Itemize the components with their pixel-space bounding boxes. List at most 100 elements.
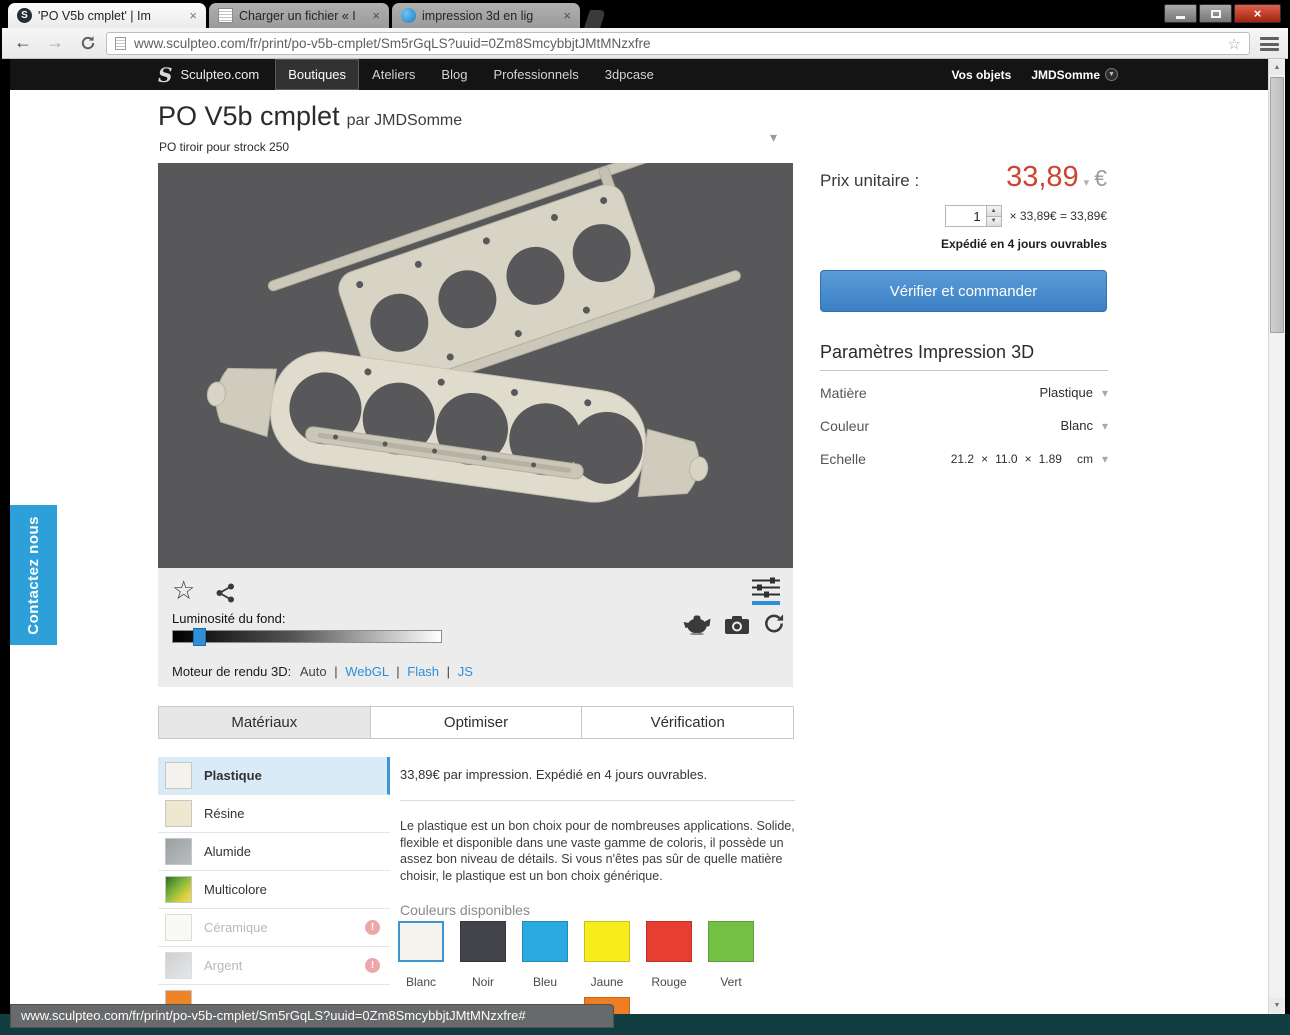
material-row-alumide[interactable]: Alumide bbox=[158, 833, 390, 871]
bookmark-star-icon[interactable]: ☆ bbox=[1228, 35, 1241, 53]
scale-dimensions[interactable]: 21.2 × 11.0 × 1.89 cm bbox=[951, 452, 1093, 466]
engine-option-webgl[interactable]: WebGL bbox=[345, 664, 388, 679]
tab-title: 'PO V5b cmplet' | Im bbox=[38, 8, 151, 23]
color-swatch[interactable] bbox=[522, 921, 568, 962]
brightness-slider-handle[interactable] bbox=[193, 628, 206, 646]
scrollbar[interactable]: ▲ ▼ bbox=[1268, 59, 1285, 1014]
material-select-value[interactable]: Plastique bbox=[1039, 385, 1092, 400]
favorite-star-icon[interactable]: ☆ bbox=[172, 575, 195, 606]
color-option-noir[interactable]: Noir bbox=[460, 921, 506, 989]
nav-item-boutiques[interactable]: Boutiques bbox=[275, 59, 360, 90]
tab-optimiser[interactable]: Optimiser bbox=[369, 706, 583, 739]
divider bbox=[400, 800, 795, 801]
param-row-echelle: Echelle 21.2 × 11.0 × 1.89 cm ▾ bbox=[820, 442, 1108, 475]
vos-objets-link[interactable]: Vos objets bbox=[952, 68, 1012, 82]
material-row-ceramique[interactable]: Céramique ! bbox=[158, 909, 390, 947]
color-swatch[interactable] bbox=[708, 921, 754, 962]
refresh-icon[interactable] bbox=[80, 35, 96, 56]
minimize-button[interactable] bbox=[1164, 4, 1197, 23]
close-button[interactable]: × bbox=[1234, 4, 1281, 23]
stepper-up-icon[interactable]: ▲ bbox=[986, 206, 1001, 216]
order-button[interactable]: Vérifier et commander bbox=[820, 270, 1107, 312]
reset-view-icon[interactable] bbox=[762, 612, 786, 640]
unit-price-value: 33,89 bbox=[1006, 161, 1079, 193]
chevron-down-icon[interactable]: ▾ bbox=[1102, 419, 1108, 433]
nav-item-ateliers[interactable]: Ateliers bbox=[359, 59, 428, 90]
new-tab-button[interactable] bbox=[584, 10, 606, 28]
engine-option-js[interactable]: JS bbox=[458, 664, 473, 679]
material-name: Multicolore bbox=[204, 882, 267, 897]
material-name: Plastique bbox=[204, 768, 262, 783]
teapot-3d-icon[interactable] bbox=[682, 612, 712, 640]
chevron-down-icon[interactable]: ▾ bbox=[1102, 452, 1108, 466]
scrollbar-down-icon[interactable]: ▼ bbox=[1269, 998, 1285, 1013]
contact-us-tab[interactable]: Contactez nous bbox=[10, 505, 57, 645]
material-list: Plastique Résine Alumide Multicolore Cér… bbox=[158, 757, 390, 1014]
quantity-input[interactable] bbox=[944, 205, 987, 227]
browser-tab-active[interactable]: S 'PO V5b cmplet' | Im × bbox=[8, 3, 206, 28]
material-row-argent[interactable]: Argent ! bbox=[158, 947, 390, 985]
share-icon[interactable] bbox=[214, 582, 236, 609]
color-name: Rouge bbox=[651, 975, 687, 989]
color-select-value[interactable]: Blanc bbox=[1060, 418, 1093, 433]
engine-option-auto[interactable]: Auto bbox=[300, 664, 327, 679]
address-bar[interactable]: www.sculpteo.com/fr/print/po-v5b-cmplet/… bbox=[106, 32, 1250, 55]
stepper-down-icon[interactable]: ▼ bbox=[986, 215, 1001, 226]
tab-close-icon[interactable]: × bbox=[372, 9, 380, 22]
brightness-slider[interactable] bbox=[172, 628, 442, 646]
brand-link[interactable]: Sculpteo.com bbox=[180, 67, 259, 82]
material-description: Le plastique est un bon choix pour de no… bbox=[400, 819, 795, 883]
currency-symbol: € bbox=[1094, 165, 1107, 191]
material-row-resine[interactable]: Résine bbox=[158, 795, 390, 833]
dim-y[interactable]: 11.0 bbox=[995, 452, 1017, 466]
tab-verification[interactable]: Vérification bbox=[581, 706, 795, 739]
tab-close-icon[interactable]: × bbox=[563, 9, 571, 22]
scale-unit: cm bbox=[1076, 451, 1093, 466]
color-swatch[interactable] bbox=[646, 921, 692, 962]
display-settings-sliders-icon[interactable] bbox=[752, 577, 780, 603]
menu-icon[interactable] bbox=[1260, 37, 1279, 51]
chevron-down-icon[interactable]: ▾ bbox=[1084, 176, 1090, 189]
material-row-multicolore[interactable]: Multicolore bbox=[158, 871, 390, 909]
engine-option-flash[interactable]: Flash bbox=[407, 664, 439, 679]
color-name: Noir bbox=[471, 975, 494, 989]
color-swatch[interactable] bbox=[398, 921, 444, 962]
material-name: Céramique bbox=[204, 920, 268, 935]
chevron-down-icon[interactable]: ▾ bbox=[770, 129, 777, 146]
page-icon bbox=[115, 37, 126, 50]
account-menu[interactable]: JMDSomme ▼ bbox=[1031, 68, 1118, 82]
color-option-vert[interactable]: Vert bbox=[708, 921, 754, 989]
dim-x[interactable]: 21.2 bbox=[951, 452, 974, 466]
material-thumb bbox=[165, 914, 192, 941]
status-bar: www.sculpteo.com/fr/print/po-v5b-cmplet/… bbox=[10, 1004, 614, 1028]
nav-item-blog[interactable]: Blog bbox=[428, 59, 480, 90]
sculpteo-logo-icon[interactable]: S bbox=[158, 63, 172, 87]
url-text[interactable]: www.sculpteo.com/fr/print/po-v5b-cmplet/… bbox=[134, 36, 1228, 51]
color-option-bleu[interactable]: Bleu bbox=[522, 921, 568, 989]
tab-close-icon[interactable]: × bbox=[189, 9, 197, 22]
color-option-jaune[interactable]: Jaune bbox=[584, 921, 630, 989]
nav-item-3dpcase[interactable]: 3dpcase bbox=[592, 59, 667, 90]
material-thumb bbox=[165, 762, 192, 789]
3d-viewer-canvas[interactable] bbox=[158, 140, 793, 568]
print-parameters-title: Paramètres Impression 3D bbox=[820, 342, 1035, 362]
color-name: Blanc bbox=[405, 975, 437, 989]
globe-favicon-icon bbox=[401, 8, 416, 23]
forward-icon[interactable]: → bbox=[46, 32, 64, 53]
browser-tab-3[interactable]: impression 3d en lig × bbox=[392, 3, 580, 28]
camera-screenshot-icon[interactable] bbox=[724, 615, 750, 640]
color-option-rouge[interactable]: Rouge bbox=[646, 921, 692, 989]
dim-z[interactable]: 1.89 bbox=[1039, 452, 1062, 466]
color-swatch[interactable] bbox=[460, 921, 506, 962]
scrollbar-up-icon[interactable]: ▲ bbox=[1269, 60, 1285, 75]
maximize-button[interactable] bbox=[1199, 4, 1232, 23]
scrollbar-thumb[interactable] bbox=[1270, 77, 1284, 333]
back-icon[interactable]: ← bbox=[14, 32, 32, 53]
chevron-down-icon[interactable]: ▾ bbox=[1102, 386, 1108, 400]
color-swatch[interactable] bbox=[584, 921, 630, 962]
tab-materiaux[interactable]: Matériaux bbox=[158, 706, 371, 739]
material-row-plastique[interactable]: Plastique bbox=[158, 757, 390, 795]
nav-item-professionnels[interactable]: Professionnels bbox=[480, 59, 591, 90]
color-option-blanc[interactable]: Blanc bbox=[398, 921, 444, 989]
browser-tab-2[interactable]: Charger un fichier « I × bbox=[209, 3, 389, 28]
